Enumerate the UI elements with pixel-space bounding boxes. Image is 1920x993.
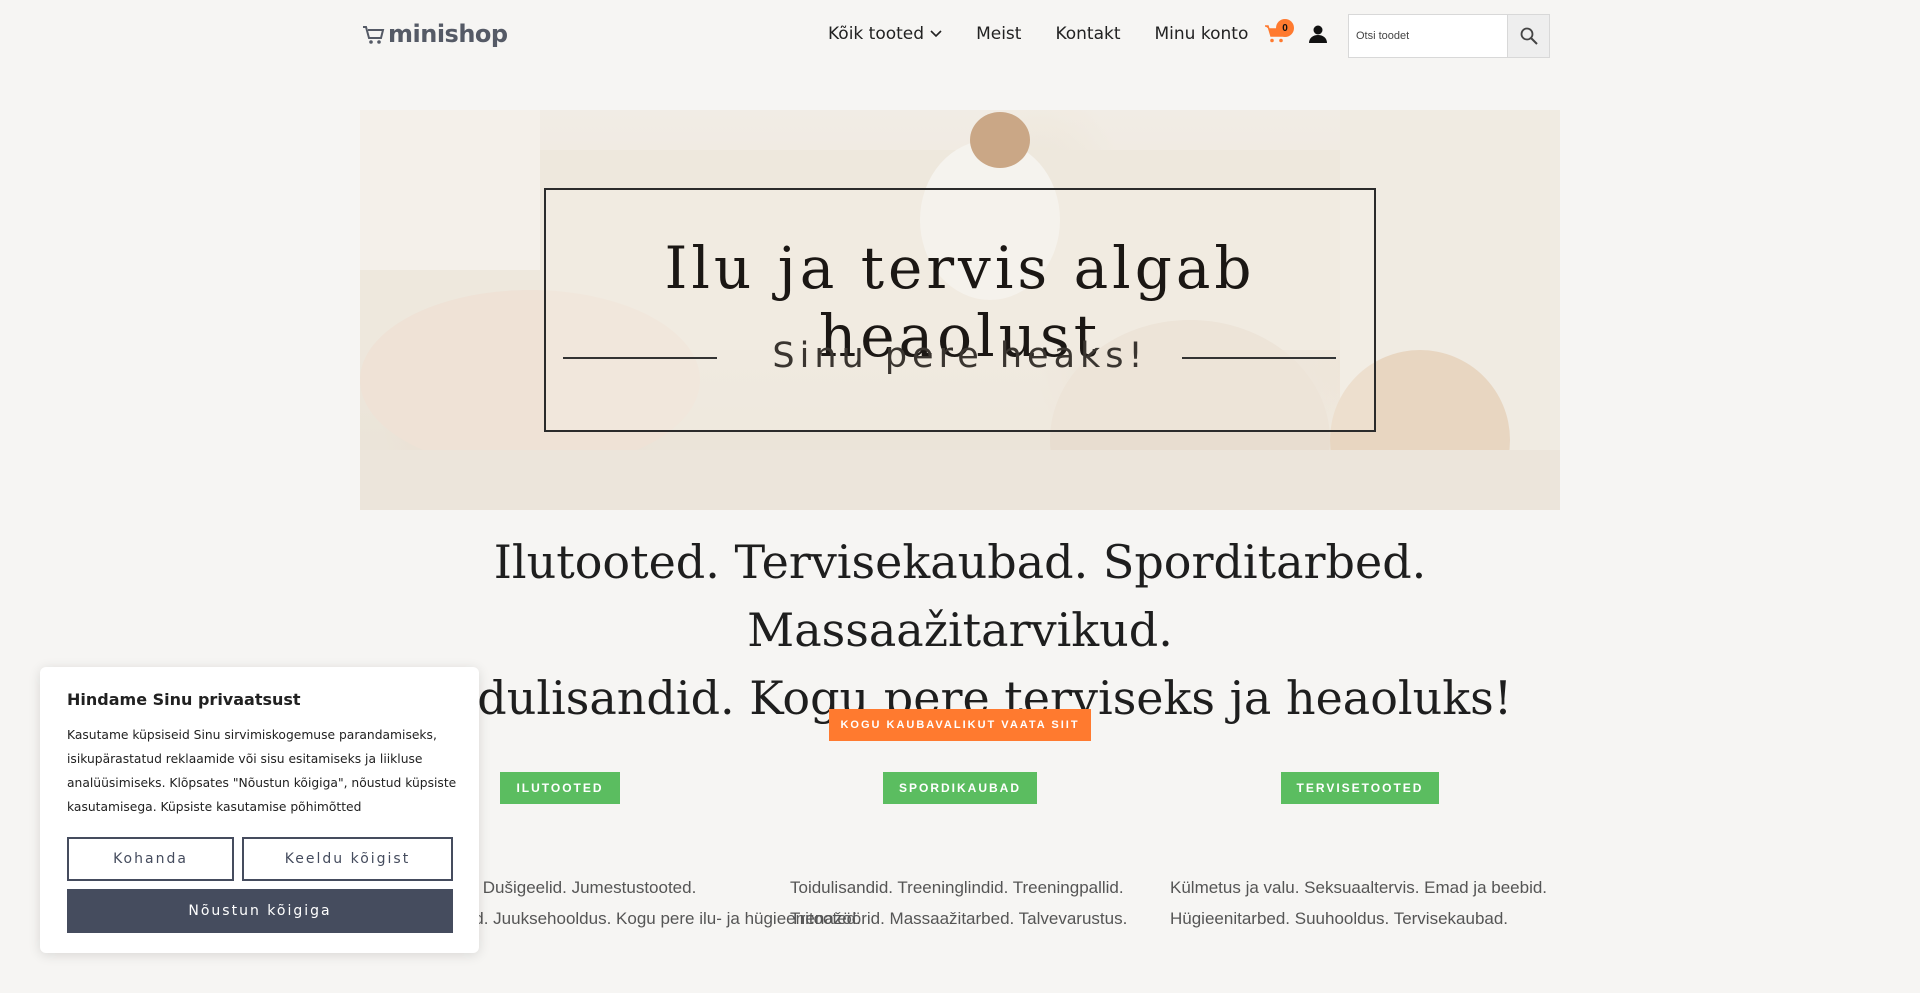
tagline: Ilutooted. Tervisekaubad. Sporditarbed. … — [360, 528, 1560, 732]
cookie-accept-all-button[interactable]: Nõustun kõigiga — [67, 889, 453, 933]
nav-item-about[interactable]: Meist — [976, 24, 1021, 44]
category-health-button[interactable]: TERVISETOOTED — [1281, 772, 1439, 804]
nav-label: Minu konto — [1154, 24, 1249, 44]
site-logo[interactable]: minishop — [362, 20, 508, 48]
cookie-reject-all-button[interactable]: Keeldu kõigist — [242, 837, 453, 881]
cookie-text: Kasutame küpsiseid Sinu sirvimiskogemuse… — [67, 728, 457, 814]
category-beauty-button[interactable]: ILUTOOTED — [500, 772, 620, 804]
chevron-down-icon — [930, 30, 942, 38]
hero-subtitle: Sinu pere heaks! — [772, 336, 1148, 376]
search-button[interactable] — [1507, 15, 1549, 57]
cookie-title: Hindame Sinu privaatsust — [67, 690, 301, 709]
cookie-consent-popup: Hindame Sinu privaatsust Kasutame küpsis… — [40, 667, 479, 953]
category-sports-description: Toidulisandid. Treeninglindid. Treeningp… — [790, 872, 1127, 934]
nav-label: Kontakt — [1055, 24, 1121, 44]
category-health-description: Külmetus ja valu. Seksuaaltervis. Emad j… — [1170, 872, 1547, 934]
search-input[interactable] — [1349, 15, 1507, 57]
hero-banner: Ilu ja tervis algab heaolust Sinu pere h… — [360, 110, 1560, 510]
category-health-line-1: Külmetus ja valu. Seksuaaltervis. Emad j… — [1170, 878, 1548, 897]
cart-count-badge: 0 — [1276, 19, 1294, 37]
cart-logo-icon — [363, 26, 385, 44]
tagline-line-1: Ilutooted. Tervisekaubad. Sporditarbed. … — [493, 535, 1427, 657]
nav-label: Kõik tooted — [828, 24, 925, 44]
nav-item-all-products[interactable]: Kõik tooted — [828, 24, 942, 44]
nav-item-my-account[interactable]: Minu konto — [1155, 24, 1249, 44]
category-health-line-2: Hügieenitarbed. Suuhooldus. Tervisekauba… — [1170, 909, 1509, 928]
category-sports-line-2: Trenažöörid. Massaažitarbed. Talvevarust… — [790, 909, 1128, 928]
user-icon[interactable] — [1308, 24, 1328, 44]
category-sports-line-1: Toidulisandid. Treeninglindid. Treeningp… — [790, 878, 1124, 897]
main-nav: Kõik tooted Meist Kontakt Minu konto — [828, 24, 1248, 44]
search-box — [1348, 14, 1550, 58]
nav-item-contact[interactable]: Kontakt — [1055, 24, 1120, 44]
search-icon — [1520, 27, 1538, 45]
category-sports-button[interactable]: SPORDIKAUBAD — [883, 772, 1037, 804]
site-header: minishop Kõik tooted Meist Kontakt Minu … — [0, 0, 1920, 70]
view-all-products-button[interactable]: KOGU KAUBAVALIKUT VAATA SIIT — [829, 709, 1091, 741]
cookie-customize-button[interactable]: Kohanda — [67, 837, 234, 881]
hero-text-frame: Ilu ja tervis algab heaolust Sinu pere h… — [544, 188, 1376, 432]
hero-divider-right — [1182, 357, 1336, 359]
nav-label: Meist — [976, 24, 1022, 44]
logo-text: minishop — [388, 20, 508, 48]
